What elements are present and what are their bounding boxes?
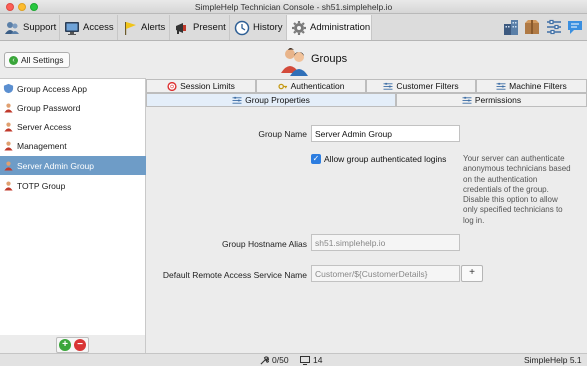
- group-name-label: Group Name: [258, 129, 307, 139]
- connections-count: 0/50: [272, 355, 289, 365]
- remote-service-label: Default Remote Access Service Name: [162, 270, 307, 280]
- chat-icon[interactable]: [566, 18, 584, 36]
- help-line: only specified technicians to: [463, 205, 563, 215]
- sidebar-item-label: TOTP Group: [17, 180, 66, 191]
- page-title: Groups: [311, 53, 348, 65]
- sidebar-item-server-admin-group[interactable]: Server Admin Group: [0, 156, 146, 175]
- tab-access-label: Access: [83, 22, 114, 33]
- all-settings-label: All Settings: [21, 55, 64, 65]
- insert-variable-button[interactable]: +: [461, 265, 483, 282]
- user-icon: [4, 141, 13, 151]
- tab-administration[interactable]: Administration: [287, 15, 372, 40]
- tab-label: Customer Filters: [396, 81, 459, 91]
- tab-authentication[interactable]: Authentication: [256, 79, 366, 93]
- sidebar-item-label: Server Access: [17, 121, 72, 132]
- machines-count: 14: [313, 355, 323, 365]
- tab-label: Session Limits: [180, 81, 235, 91]
- allow-auth-checkbox[interactable]: ✓: [311, 154, 321, 164]
- tab-administration-label: Administration: [310, 22, 371, 33]
- user-icon: [4, 181, 13, 191]
- flag-icon: [122, 20, 138, 36]
- add-group-button[interactable]: +: [59, 339, 71, 351]
- properties-icon: [232, 96, 242, 104]
- tab-history-label: History: [253, 22, 283, 33]
- tab-label: Permissions: [474, 95, 522, 105]
- building-icon[interactable]: [502, 18, 520, 36]
- key-icon: [277, 83, 287, 89]
- tab-label: Machine Filters: [509, 81, 567, 91]
- user-icon: [4, 161, 13, 171]
- tab-session-limits[interactable]: Session Limits: [146, 79, 256, 93]
- tab-history[interactable]: History: [230, 15, 287, 40]
- monitor-icon: [64, 20, 80, 36]
- wrench-icon: [260, 355, 269, 364]
- user-icon: [4, 122, 13, 132]
- hostname-alias-label: Group Hostname Alias: [221, 239, 307, 249]
- add-remove-controls: + −: [56, 337, 89, 353]
- connections-status: 0/50: [260, 355, 289, 365]
- help-line: credentials of the group.: [463, 184, 549, 194]
- tab-present-label: Present: [193, 22, 226, 33]
- title-bar: SimpleHelp Technician Console - sh51.sim…: [0, 0, 587, 14]
- gear-icon: [291, 20, 307, 36]
- sidebar-item-group-password[interactable]: Group Password: [0, 98, 146, 117]
- tab-permissions[interactable]: Permissions: [396, 93, 587, 107]
- all-settings-button[interactable]: ‹ All Settings: [4, 52, 70, 68]
- help-text: Your server can authenticate anonymous t…: [463, 154, 583, 226]
- tab-support-label: Support: [23, 22, 57, 33]
- help-line: on the authentication: [463, 174, 538, 184]
- help-line: Disable this option to allow: [463, 195, 558, 205]
- tab-support[interactable]: Support: [0, 15, 60, 40]
- lifebuoy-icon: [167, 81, 177, 91]
- help-line: Your server can authenticate: [463, 154, 565, 163]
- hostname-alias-input[interactable]: sh51.simplehelp.io: [311, 234, 460, 251]
- groups-header: ‹ All Settings Groups: [0, 41, 587, 78]
- status-bar: 0/50 14 SimpleHelp 5.1: [0, 353, 587, 366]
- megaphone-icon: [174, 20, 190, 36]
- sidebar-item-server-access[interactable]: Server Access: [0, 117, 146, 136]
- help-line: anonymous technicians based: [463, 164, 571, 174]
- tab-present[interactable]: Present: [170, 15, 230, 40]
- sidebar-item-management[interactable]: Management: [0, 136, 146, 155]
- version-label: SimpleHelp 5.1: [524, 355, 582, 365]
- sidebar-item-totp-group[interactable]: TOTP Group: [0, 176, 146, 195]
- shield-icon: [3, 83, 14, 94]
- help-line: log in.: [463, 215, 485, 225]
- window-title: SimpleHelp Technician Console - sh51.sim…: [194, 2, 393, 12]
- main-toolbar: Support Access Alerts Present History Ad…: [0, 14, 587, 41]
- sidebar-footer: + −: [0, 335, 146, 353]
- group-users-icon: [278, 45, 310, 77]
- sidebar-item-label: Group Password: [17, 102, 81, 113]
- tab-label: Group Properties: [245, 95, 310, 105]
- remote-service-input[interactable]: Customer/${CustomerDetails}: [311, 265, 460, 282]
- sidebar-item-label: Server Admin Group: [17, 160, 95, 171]
- user-icon: [4, 103, 13, 113]
- filter-icon: [383, 82, 393, 90]
- monitor-icon: [300, 355, 310, 365]
- tab-machine-filters[interactable]: Machine Filters: [476, 79, 587, 93]
- group-properties-panel: Group Name Server Admin Group ✓ Allow gr…: [147, 107, 587, 353]
- package-icon[interactable]: [523, 18, 541, 36]
- groups-sidebar: Group Access App Group Password Server A…: [0, 78, 146, 353]
- support-icon: [4, 20, 20, 36]
- machines-status: 14: [300, 355, 322, 365]
- group-name-input[interactable]: Server Admin Group: [311, 125, 460, 142]
- settings-sliders-icon[interactable]: [545, 18, 563, 36]
- tab-group-properties[interactable]: Group Properties: [146, 93, 396, 107]
- remove-group-button[interactable]: −: [74, 339, 86, 351]
- sidebar-item-label: Management: [17, 140, 67, 151]
- sidebar-item-group-access-app[interactable]: Group Access App: [0, 79, 146, 98]
- tab-alerts-label: Alerts: [141, 22, 166, 33]
- back-arrow-icon: ‹: [9, 55, 18, 65]
- allow-auth-label: Allow group authenticated logins: [324, 154, 447, 164]
- filter-icon: [496, 82, 506, 90]
- clock-icon: [234, 20, 250, 36]
- tab-access[interactable]: Access: [60, 15, 118, 40]
- tab-customer-filters[interactable]: Customer Filters: [366, 79, 476, 93]
- tab-label: Authentication: [290, 81, 345, 91]
- permissions-icon: [462, 96, 472, 104]
- tab-alerts[interactable]: Alerts: [118, 15, 170, 40]
- sidebar-item-label: Group Access App: [17, 83, 87, 94]
